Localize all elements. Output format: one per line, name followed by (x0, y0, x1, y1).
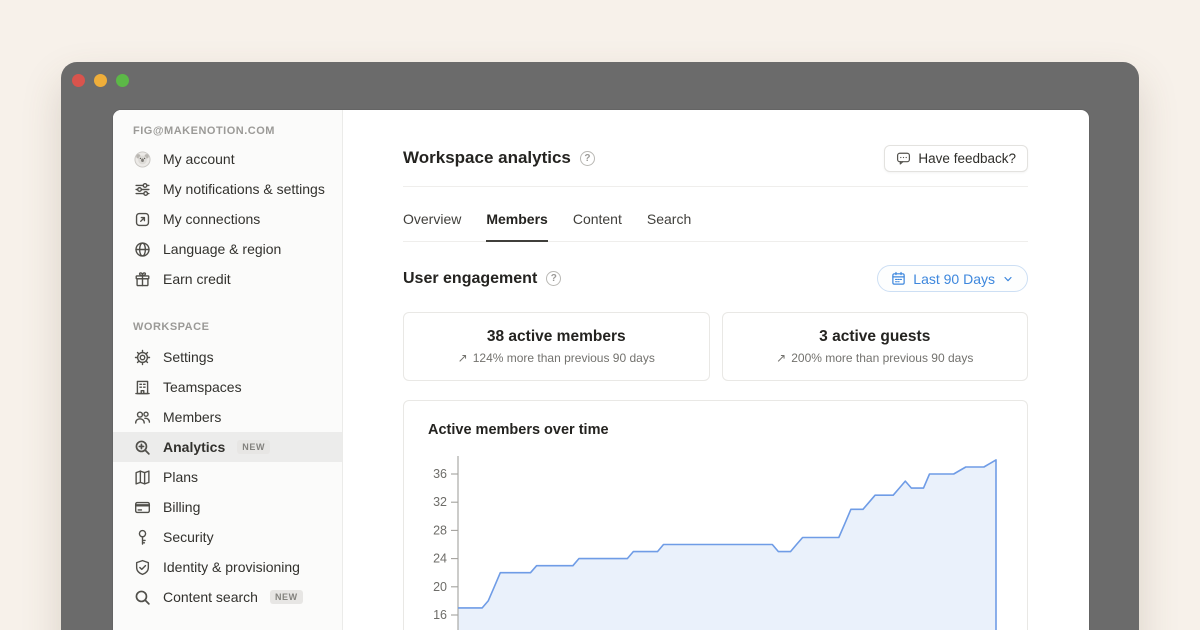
sidebar-item-label: Settings (163, 347, 214, 367)
analytics-tabs: Overview Members Content Search (403, 208, 1028, 242)
user-engagement-header: User engagement ? Last 90 Days (403, 265, 1028, 292)
shield-check-icon (133, 558, 151, 576)
gear-icon (133, 348, 151, 366)
sidebar-item-teamspaces[interactable]: Teamspaces (113, 372, 342, 402)
sidebar-item-settings[interactable]: Settings (113, 342, 342, 372)
account-email-label: FIG@MAKENOTION.COM (113, 124, 342, 138)
sidebar-item-content-search[interactable]: Content search NEW (113, 582, 342, 612)
sidebar-item-label: Billing (163, 497, 200, 517)
sidebar-item-label: Content search (163, 587, 258, 607)
y-axis-tick-label: 36 (433, 467, 447, 481)
stat-cards: 38 active members ↗ 124% more than previou… (403, 312, 1028, 381)
sidebar-item-label: Plans (163, 467, 198, 487)
sidebar-item-my-notifications-settings[interactable]: My notifications & settings (113, 174, 342, 204)
chart-title: Active members over time (428, 420, 1003, 440)
sidebar-item-label: My notifications & settings (163, 179, 325, 199)
globe-icon (133, 240, 151, 258)
sidebar-item-my-account[interactable]: My account (113, 144, 342, 174)
stat-change: ↗ 124% more than previous 90 days (458, 351, 655, 365)
sidebar-item-language-region[interactable]: Language & region (113, 234, 342, 264)
key-icon (133, 528, 151, 546)
sliders-icon (133, 180, 151, 198)
settings-panel: FIG@MAKENOTION.COM My account My notifica… (113, 110, 1089, 630)
stat-value: 3 active guests (819, 328, 930, 346)
y-axis-tick-label: 20 (433, 580, 447, 594)
analytics-content: Workspace analytics ? Have feedback? Ove… (343, 110, 1089, 630)
people-icon (133, 408, 151, 426)
workspace-menu: Settings Teamspaces Members Analytics NEW Pla… (113, 342, 342, 612)
stat-value: 38 active members (487, 328, 626, 346)
active-members-chart-card: Active members over time 16 20 24 28 32 36 (403, 400, 1028, 630)
calendar-icon (891, 271, 906, 286)
minimize-window-button[interactable] (94, 74, 107, 87)
sidebar-item-identity-provisioning[interactable]: Identity & provisioning (113, 552, 342, 582)
sidebar-item-my-connections[interactable]: My connections (113, 204, 342, 234)
arrow-square-icon (133, 210, 151, 228)
search-icon (133, 588, 151, 606)
tab-content[interactable]: Content (573, 208, 622, 242)
chevron-down-icon (1002, 273, 1014, 285)
gift-icon (133, 270, 151, 288)
credit-card-icon (133, 498, 151, 516)
trend-up-icon: ↗ (776, 351, 786, 365)
sidebar-item-plans[interactable]: Plans (113, 462, 342, 492)
stat-change: ↗ 200% more than previous 90 days (776, 351, 973, 365)
sidebar-item-members[interactable]: Members (113, 402, 342, 432)
sidebar-item-label: Teamspaces (163, 377, 242, 397)
have-feedback-button[interactable]: Have feedback? (884, 145, 1028, 172)
stat-card-3-active-guests: 3 active guests ↗ 200% more than previous … (722, 312, 1029, 381)
y-axis-tick-label: 24 (433, 552, 447, 566)
settings-sidebar: FIG@MAKENOTION.COM My account My notifica… (113, 110, 343, 630)
new-badge: NEW (237, 440, 270, 454)
zoom-window-button[interactable] (116, 74, 129, 87)
header-divider (403, 186, 1028, 187)
feedback-bubble-icon (896, 151, 911, 166)
stat-change-text: 124% more than previous 90 days (473, 351, 655, 365)
avatar-icon (133, 150, 151, 168)
stat-change-text: 200% more than previous 90 days (791, 351, 973, 365)
sidebar-item-label: Members (163, 407, 221, 427)
close-window-button[interactable] (72, 74, 85, 87)
active-members-area-chart: 16 20 24 28 32 36 (428, 448, 1002, 630)
sidebar-item-label: Security (163, 527, 214, 547)
sidebar-item-label: My account (163, 149, 235, 169)
sidebar-item-analytics[interactable]: Analytics NEW (113, 432, 342, 462)
tab-members[interactable]: Members (486, 208, 547, 242)
zoom-in-icon (133, 438, 151, 456)
help-icon[interactable]: ? (546, 271, 561, 286)
account-menu: My account My notifications & settings My … (113, 144, 342, 294)
y-axis-tick-label: 32 (433, 495, 447, 509)
page-header: Workspace analytics ? Have feedback? (403, 146, 1028, 170)
y-axis-tick-label: 28 (433, 523, 447, 537)
tab-overview[interactable]: Overview (403, 208, 461, 242)
sidebar-item-label: My connections (163, 209, 260, 229)
tab-search[interactable]: Search (647, 208, 691, 242)
stat-card-38-active-members: 38 active members ↗ 124% more than previou… (403, 312, 710, 381)
sidebar-item-security[interactable]: Security (113, 522, 342, 552)
help-icon[interactable]: ? (580, 151, 595, 166)
sidebar-item-earn-credit[interactable]: Earn credit (113, 264, 342, 294)
sidebar-item-label: Earn credit (163, 269, 231, 289)
map-icon (133, 468, 151, 486)
sidebar-item-label: Identity & provisioning (163, 557, 300, 577)
sidebar-item-label: Analytics (163, 437, 225, 457)
sidebar-item-billing[interactable]: Billing (113, 492, 342, 522)
sidebar-item-label: Language & region (163, 239, 281, 259)
page-title: Workspace analytics (403, 148, 571, 168)
trend-up-icon: ↗ (458, 351, 468, 365)
date-range-button[interactable]: Last 90 Days (877, 265, 1028, 292)
window-controls (72, 74, 129, 87)
new-badge: NEW (270, 590, 303, 604)
section-title: User engagement (403, 270, 537, 288)
y-axis-tick-label: 16 (433, 608, 447, 622)
building-icon (133, 378, 151, 396)
workspace-section-heading: WORKSPACE (113, 320, 342, 334)
